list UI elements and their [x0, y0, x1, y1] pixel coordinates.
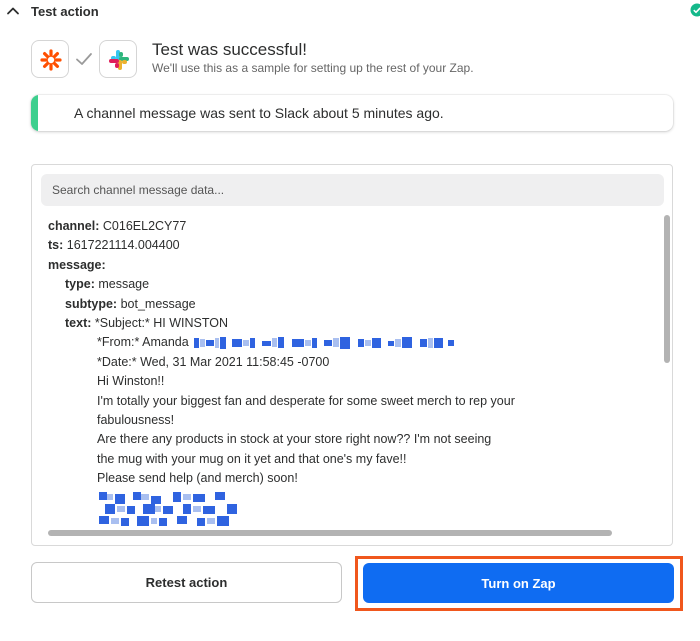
field-key: message:: [48, 257, 106, 272]
data-row-subtype: subtype: bot_message: [48, 295, 658, 314]
redacted-email-pixelation: [194, 337, 455, 350]
data-row-text: text: *Subject:* HI WINSTON: [48, 314, 658, 333]
field-key: type:: [65, 277, 95, 292]
field-value: bot_message: [120, 296, 196, 311]
field-value: message: [98, 277, 150, 292]
vertical-scrollbar-thumb[interactable]: [664, 215, 670, 363]
text-line: Please send help (and merch) soon!: [97, 471, 298, 486]
horizontal-scrollbar-thumb[interactable]: [48, 530, 612, 536]
field-key: channel:: [48, 219, 100, 233]
field-key: ts:: [48, 238, 64, 253]
data-row-ts: ts: 1617221114.004400: [48, 236, 658, 255]
turn-on-zap-button[interactable]: Turn on Zap: [363, 563, 674, 603]
field-value: 1617221114.004400: [66, 238, 180, 253]
text-line: Hi Winston!!: [97, 374, 165, 389]
text-line: [48, 488, 658, 527]
banner-accent-bar: [31, 95, 38, 131]
data-row-type: type: message: [48, 275, 658, 294]
slack-icon: [109, 50, 129, 70]
field-value: C016EL2CY77: [102, 219, 187, 233]
data-row-message: message:: [48, 256, 658, 275]
horizontal-scrollbar[interactable]: [48, 529, 648, 537]
text-line: *From:* Amanda: [48, 333, 658, 352]
field-key: text:: [65, 315, 92, 330]
text-line: fabulousness!: [97, 412, 175, 427]
test-success-subtitle: We'll use this as a sample for setting u…: [152, 61, 474, 75]
redacted-signature-pixelation: [99, 492, 237, 527]
retest-action-button[interactable]: Retest action: [31, 562, 342, 603]
check-icon: [76, 53, 92, 65]
data-row-channel: channel: C016EL2CY77: [48, 217, 658, 236]
status-banner: A channel message was sent to Slack abou…: [31, 95, 673, 131]
text-line: *Date:* Wed, 31 Mar 2021 11:58:45 -0700: [97, 354, 330, 369]
sample-data-tree: channel: C016EL2CY77 ts: 1617221114.0044…: [48, 217, 658, 527]
text-line: Are there any products in stock at your …: [97, 432, 492, 447]
field-key: subtype:: [65, 296, 118, 311]
vertical-scrollbar[interactable]: [663, 215, 671, 525]
text-line: the mug with your mug on it yet and that…: [97, 451, 407, 466]
sample-data-panel: channel: C016EL2CY77 ts: 1617221114.0044…: [31, 164, 673, 546]
check-icon: [690, 3, 700, 17]
field-value: *Subject:* HI WINSTON: [94, 315, 229, 330]
chevron-up-icon[interactable]: [6, 4, 20, 18]
slack-app-tile: [99, 40, 137, 78]
zapier-icon: [40, 49, 62, 71]
text-line: I'm totally your biggest fan and despera…: [97, 393, 515, 408]
search-input[interactable]: [41, 174, 664, 206]
banner-message: A channel message was sent to Slack abou…: [74, 105, 444, 121]
test-success-title: Test was successful!: [152, 40, 307, 59]
test-action-header[interactable]: Test action: [0, 0, 700, 24]
section-title: Test action: [31, 4, 99, 19]
zapier-app-tile: [31, 40, 69, 78]
